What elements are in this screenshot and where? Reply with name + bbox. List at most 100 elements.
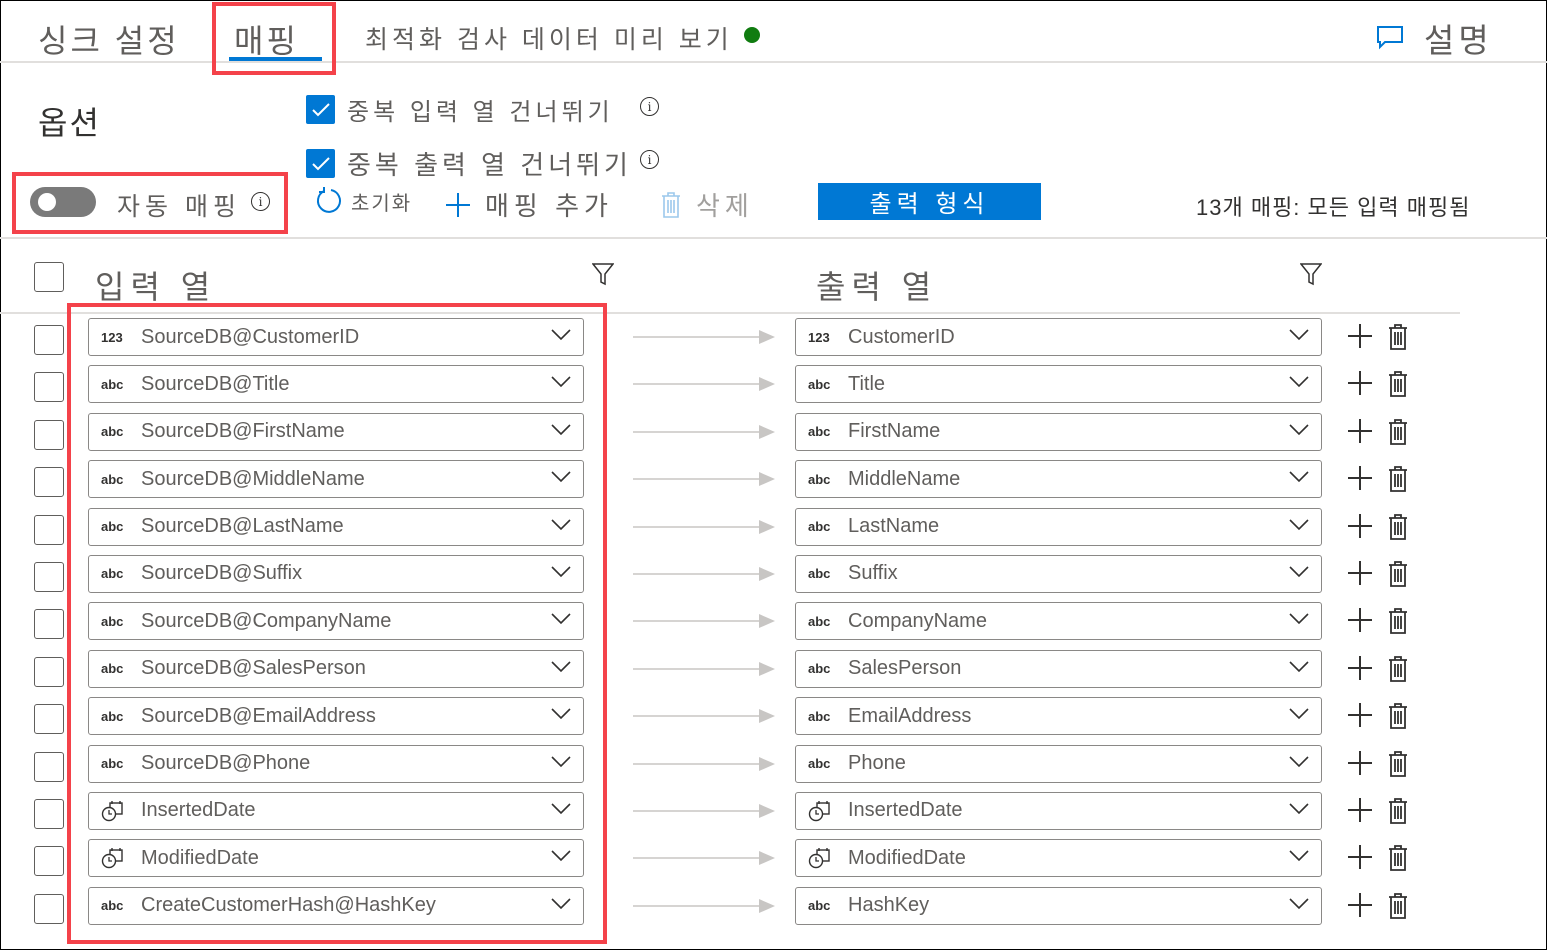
trash-icon[interactable]: [1387, 797, 1409, 830]
add-row-icon[interactable]: [1347, 655, 1373, 686]
trash-icon[interactable]: [1387, 513, 1409, 546]
datetime-type-icon: [808, 847, 848, 869]
toolbar-divider: [0, 237, 1547, 239]
add-mapping-label: 매핑 추가: [485, 191, 613, 221]
trash-icon[interactable]: [1387, 560, 1409, 593]
add-row-icon[interactable]: [1347, 607, 1373, 638]
add-row-icon[interactable]: [1347, 370, 1373, 401]
add-row-icon[interactable]: [1347, 844, 1373, 875]
trash-icon[interactable]: [1387, 465, 1409, 498]
output-column-select[interactable]: abc EmailAddress: [795, 697, 1322, 736]
row-checkbox[interactable]: [34, 561, 64, 592]
tab-optimize-inspect-preview[interactable]: 최적화 검사 데이터 미리 보기: [365, 20, 733, 56]
row-checkbox[interactable]: [34, 325, 64, 355]
input-column-select[interactable]: abc SourceDB@CompanyName: [88, 602, 584, 641]
help-button[interactable]: 설명: [1376, 14, 1493, 62]
table-row: abc SourceDB@CompanyName abc CompanyName: [0, 602, 1547, 649]
row-checkbox[interactable]: [34, 467, 64, 498]
input-column-select[interactable]: abc SourceDB@Title: [88, 365, 584, 404]
input-column-select[interactable]: ModifiedDate: [88, 839, 584, 878]
input-column-select[interactable]: abc SourceDB@Phone: [88, 744, 584, 783]
add-row-icon[interactable]: [1347, 465, 1373, 496]
chevron-down-icon: [1289, 565, 1309, 583]
row-checkbox[interactable]: [34, 893, 64, 924]
trash-icon[interactable]: [1387, 892, 1409, 925]
output-column-value: CompanyName: [848, 609, 987, 632]
add-row-icon[interactable]: [1347, 750, 1373, 781]
output-column-select[interactable]: abc FirstName: [795, 412, 1322, 451]
output-column-select[interactable]: abc Phone: [795, 744, 1322, 783]
tab-mapping[interactable]: 매핑: [234, 16, 299, 62]
add-mapping-button[interactable]: 매핑 추가: [445, 186, 613, 223]
row-checkbox[interactable]: [34, 656, 64, 687]
trash-icon[interactable]: [1387, 323, 1409, 356]
add-row-icon[interactable]: [1347, 323, 1373, 354]
skip-duplicate-outputs-checkbox[interactable]: [306, 149, 335, 178]
row-checkbox[interactable]: [34, 514, 64, 545]
skip-duplicate-outputs-label: 중복 출력 열 건너뛰기: [347, 150, 632, 180]
trash-icon[interactable]: [1387, 750, 1409, 783]
string-type-icon: abc: [101, 756, 124, 772]
output-column-select[interactable]: abc LastName: [795, 507, 1322, 546]
mapping-arrow-icon: [633, 803, 775, 818]
string-type-icon: abc: [101, 898, 124, 914]
output-column-value: CustomerID: [848, 325, 955, 348]
chevron-down-icon: [551, 328, 571, 346]
input-column-select[interactable]: InsertedDate: [88, 791, 584, 830]
input-column-select[interactable]: abc SourceDB@MiddleName: [88, 460, 584, 499]
status-dot-icon: [744, 27, 760, 43]
string-type-icon: abc: [101, 424, 124, 440]
filter-input-icon[interactable]: [591, 262, 615, 291]
input-column-select[interactable]: abc SourceDB@FirstName: [88, 412, 584, 451]
add-row-icon[interactable]: [1347, 513, 1373, 544]
skip-duplicate-inputs-checkbox[interactable]: [306, 95, 335, 124]
row-checkbox[interactable]: [34, 846, 64, 877]
chevron-down-icon: [551, 707, 571, 725]
add-row-icon[interactable]: [1347, 892, 1373, 923]
output-column-select[interactable]: abc MiddleName: [795, 460, 1322, 499]
trash-icon[interactable]: [1387, 844, 1409, 877]
input-column-select[interactable]: abc SourceDB@LastName: [88, 507, 584, 546]
input-column-select[interactable]: 123 SourceDB@CustomerID: [88, 318, 584, 356]
input-column-select[interactable]: abc CreateCustomerHash@HashKey: [88, 886, 584, 925]
trash-icon[interactable]: [1387, 418, 1409, 451]
row-checkbox[interactable]: [34, 751, 64, 782]
output-column-select[interactable]: abc SalesPerson: [795, 649, 1322, 688]
table-row: abc SourceDB@Phone abc Phone: [0, 744, 1547, 792]
trash-icon[interactable]: [1387, 655, 1409, 688]
filter-output-icon[interactable]: [1299, 262, 1323, 291]
chevron-down-icon: [551, 660, 571, 678]
output-column-select[interactable]: abc Suffix: [795, 554, 1322, 593]
select-all-checkbox[interactable]: [34, 262, 64, 292]
add-row-icon[interactable]: [1347, 560, 1373, 591]
input-column-select[interactable]: abc SourceDB@SalesPerson: [88, 649, 584, 688]
input-column-select[interactable]: abc SourceDB@EmailAddress: [88, 697, 584, 736]
output-format-button[interactable]: 출력 형식: [818, 183, 1041, 220]
trash-icon[interactable]: [1387, 702, 1409, 735]
row-checkbox[interactable]: [34, 798, 64, 829]
output-column-select[interactable]: ModifiedDate: [795, 839, 1322, 878]
trash-icon[interactable]: [1387, 607, 1409, 640]
add-row-icon[interactable]: [1347, 702, 1373, 733]
trash-icon: [662, 191, 680, 218]
output-column-select[interactable]: InsertedDate: [795, 791, 1322, 830]
trash-icon[interactable]: [1387, 370, 1409, 403]
input-column-select[interactable]: abc SourceDB@Suffix: [88, 554, 584, 593]
info-icon[interactable]: i: [640, 150, 659, 169]
add-row-icon[interactable]: [1347, 418, 1373, 449]
add-row-icon[interactable]: [1347, 797, 1373, 828]
auto-mapping-toggle[interactable]: [30, 187, 96, 217]
output-column-select[interactable]: abc HashKey: [795, 886, 1322, 925]
output-column-select[interactable]: abc CompanyName: [795, 602, 1322, 641]
info-icon[interactable]: i: [251, 192, 270, 211]
row-checkbox[interactable]: [34, 372, 64, 403]
tab-sink-settings[interactable]: 싱크 설정: [38, 16, 180, 62]
row-checkbox[interactable]: [34, 609, 64, 640]
output-column-select[interactable]: abc Title: [795, 365, 1322, 404]
output-column-select[interactable]: 123 CustomerID: [795, 318, 1322, 356]
reset-button[interactable]: 초기화: [315, 186, 412, 216]
delete-button[interactable]: 삭제: [660, 186, 754, 223]
row-checkbox[interactable]: [34, 704, 64, 735]
info-icon[interactable]: i: [640, 97, 659, 116]
row-checkbox[interactable]: [34, 419, 64, 450]
